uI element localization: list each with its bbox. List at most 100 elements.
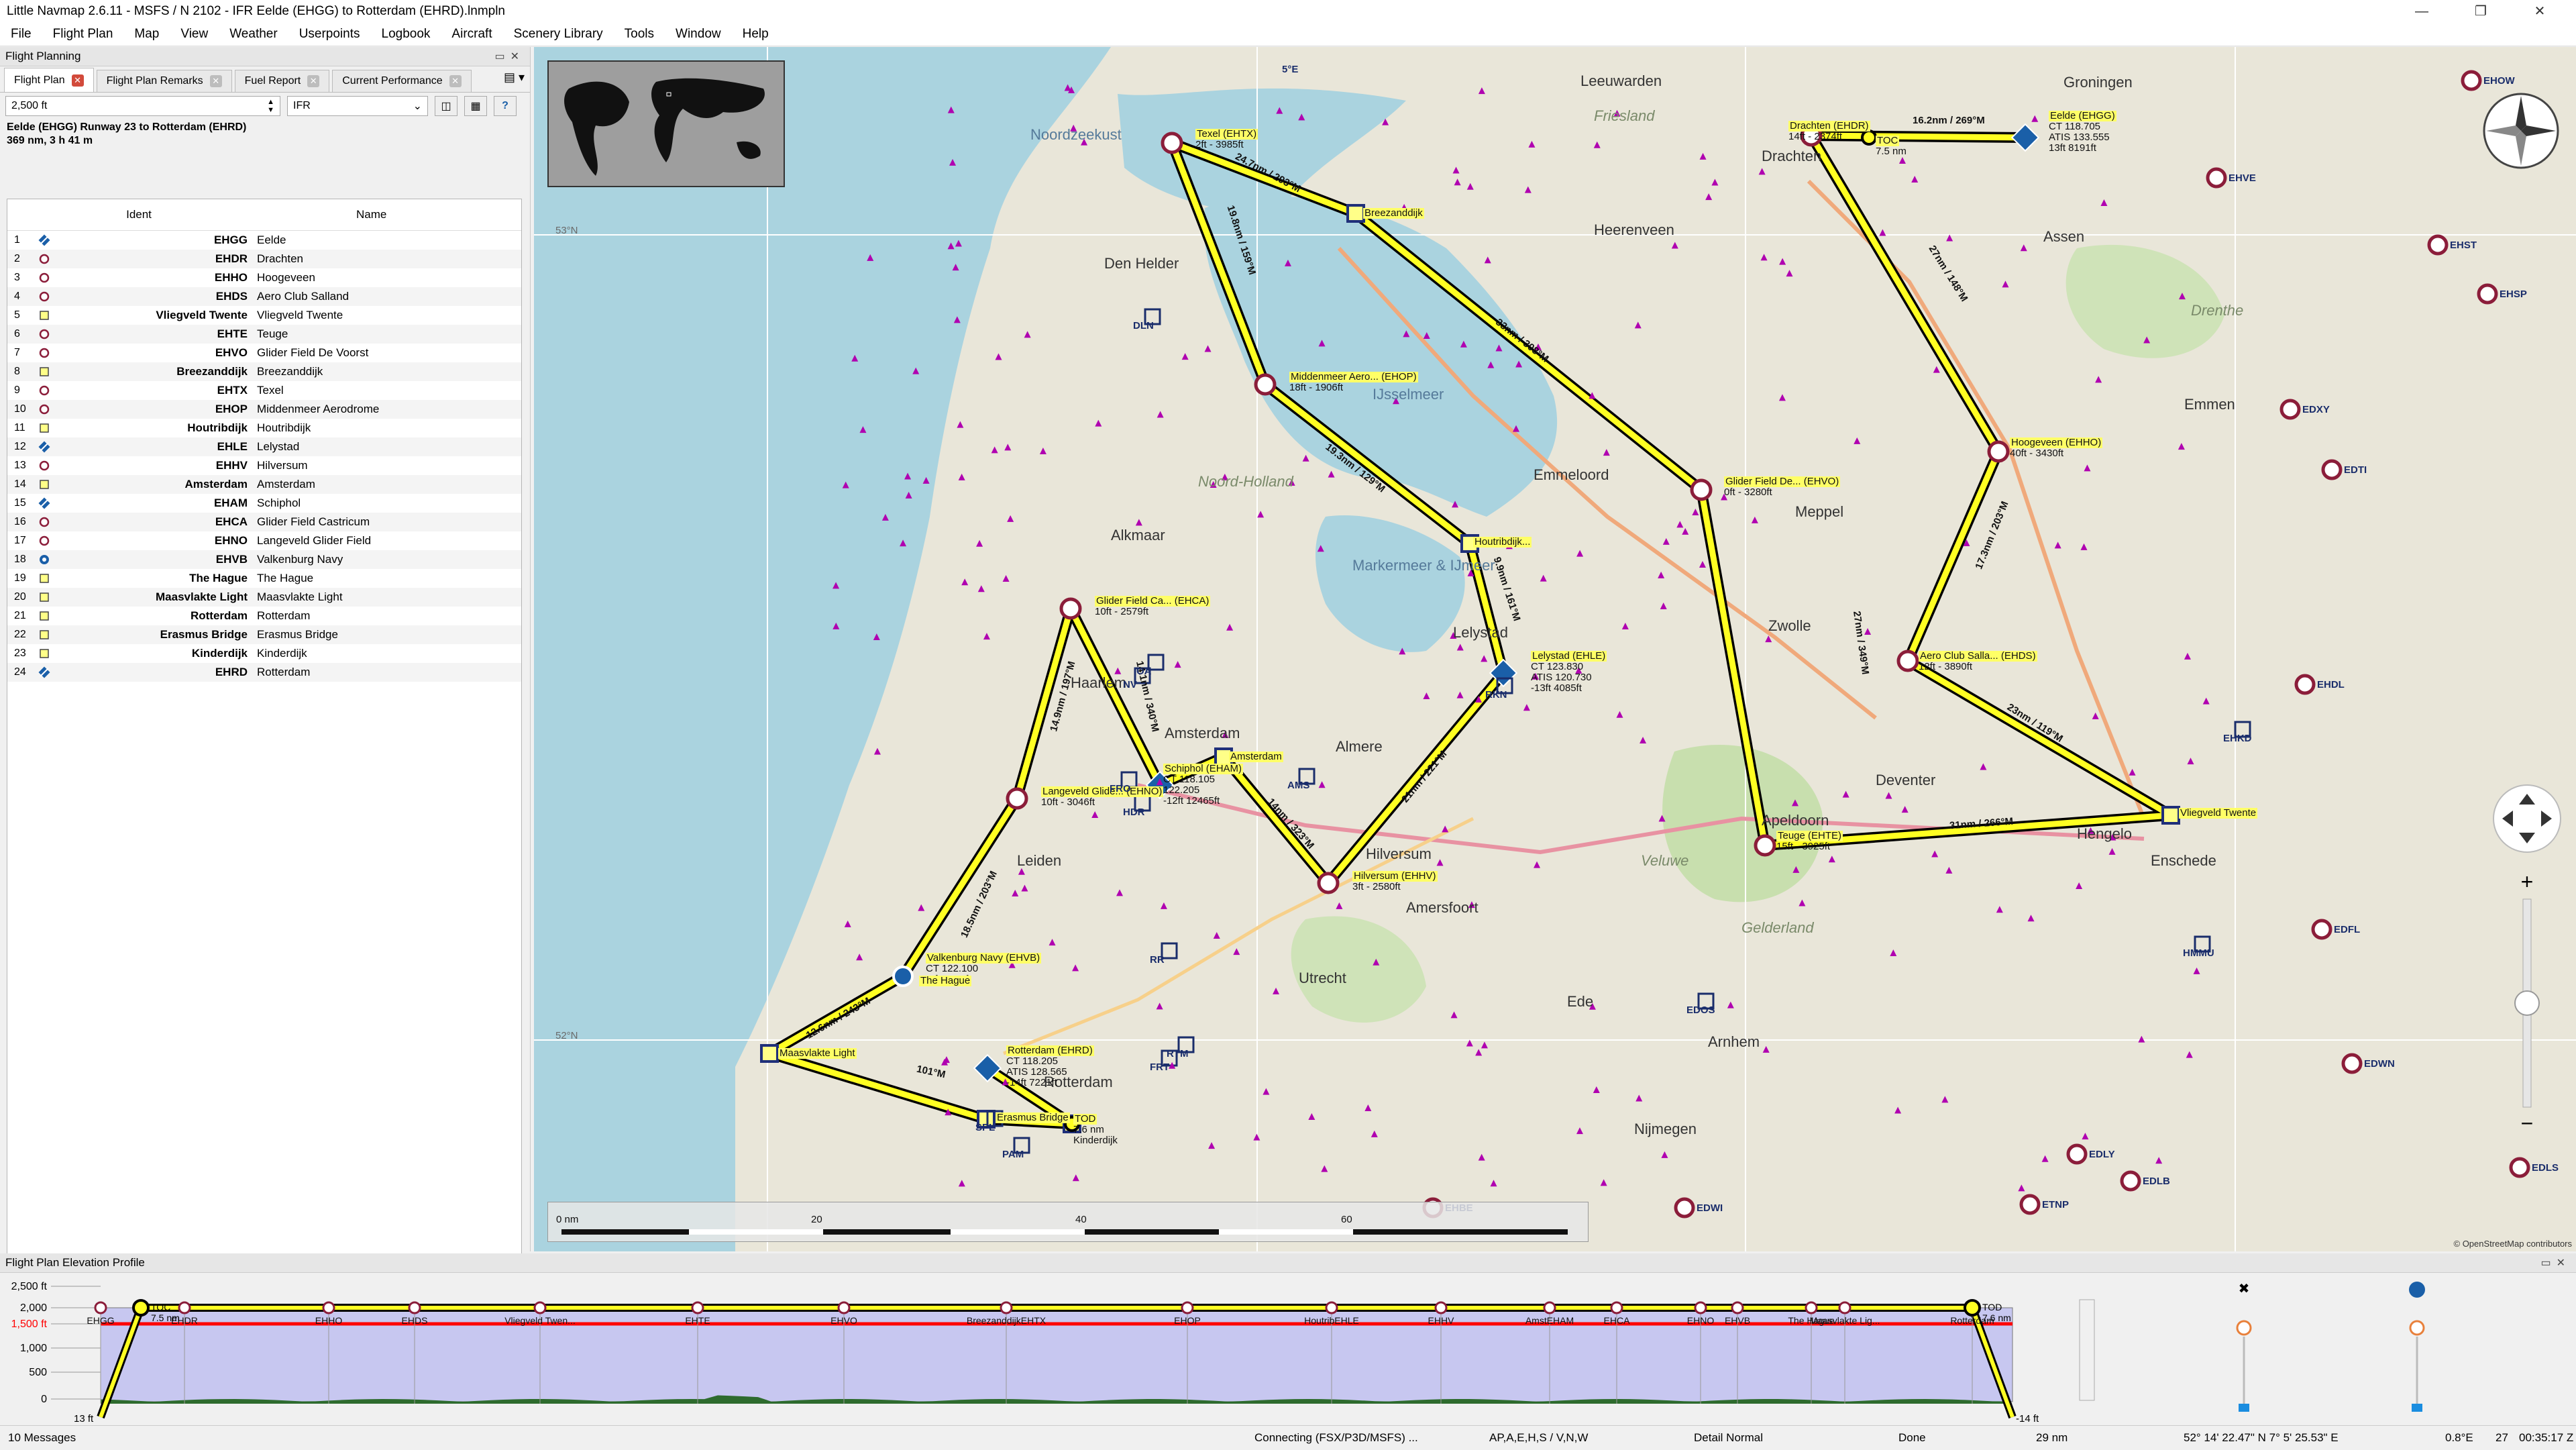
column-ident[interactable]: Ident [78,208,199,221]
towered-airport-marker-ehgg[interactable] [2010,123,2040,152]
airport-marker[interactable] [2477,283,2498,305]
airport-marker[interactable] [2461,70,2482,91]
profile-waypoint-marker[interactable] [1838,1301,1851,1314]
profile-waypoint-marker[interactable] [94,1301,107,1314]
airport-marker[interactable] [2206,167,2227,189]
profile-waypoint-marker[interactable] [1731,1301,1744,1314]
table-row[interactable]: 18 EHVB Valkenburg Navy [7,550,521,569]
profile-waypoint-marker[interactable] [1181,1301,1194,1314]
airport-marker[interactable] [2427,234,2449,256]
menu-view[interactable]: View [170,27,219,42]
table-row[interactable]: 10 EHOP Middenmeer Aerodrome [7,400,521,419]
profile-waypoint-marker[interactable] [1434,1301,1448,1314]
spinner-icon[interactable]: ▲ ▼ [267,98,274,114]
table-row[interactable]: 8 Breezanddijk Breezanddijk [7,362,521,381]
maximize-icon[interactable]: ❐ [2451,0,2510,23]
zoom-handle[interactable] [2514,990,2540,1016]
close-icon[interactable]: ✕ [449,75,462,87]
menu-help[interactable]: Help [732,27,780,42]
table-row[interactable]: 19 The Hague The Hague [7,569,521,588]
airfield-marker-ehho[interactable] [1987,440,2010,463]
airport-marker[interactable] [1674,1197,1695,1219]
airfield-marker-ehop[interactable] [1254,373,1277,396]
menu-userpoints[interactable]: Userpoints [288,27,371,42]
airport-marker[interactable] [2019,1194,2041,1215]
table-row[interactable]: 2 EHDR Drachten [7,250,521,268]
profile-waypoint-marker[interactable] [1694,1301,1707,1314]
profile-waypoint-marker[interactable] [1543,1301,1556,1314]
status-messages[interactable]: 10 Messages [8,1431,76,1445]
menu-tools[interactable]: Tools [614,27,665,42]
menu-window[interactable]: Window [665,27,732,42]
tab-flight-plan-remarks[interactable]: Flight Plan Remarks ✕ [96,70,232,92]
table-row[interactable]: 4 EHDS Aero Club Salland [7,287,521,306]
dock-controls[interactable]: ▭✕ [2540,1256,2571,1270]
profile-waypoint-marker[interactable] [1000,1301,1013,1314]
table-row[interactable]: 21 Rotterdam Rotterdam [7,607,521,625]
help-button[interactable]: ? [494,96,517,116]
flight-type-select[interactable]: IFR ⌄ [287,96,428,116]
airfield-marker-ehca[interactable] [1059,597,1082,620]
close-icon[interactable]: ✕ [307,75,320,87]
table-row[interactable]: 1 EHGG Eelde [7,231,521,250]
table-row[interactable]: 23 Kinderdijk Kinderdijk [7,644,521,663]
profile-waypoint-marker[interactable] [408,1301,421,1314]
zoom-in-icon[interactable]: + [2521,870,2534,894]
airfield-marker-ehds[interactable] [1896,650,1919,672]
tab-menu-icon[interactable]: ▤ ▾ [504,70,525,85]
menu-logbook[interactable]: Logbook [371,27,441,42]
table-row[interactable]: 7 EHVO Glider Field De Voorst [7,344,521,362]
minimize-icon[interactable]: — [2392,0,2451,23]
table-row[interactable]: 20 Maasvlakte Light Maasvlakte Light [7,588,521,607]
table-row[interactable]: 16 EHCA Glider Field Castricum [7,513,521,531]
route-description-button[interactable]: ◫ [435,96,458,116]
profile-waypoint-marker[interactable] [1325,1301,1338,1314]
vertical-zoom-thumb[interactable] [2239,1404,2249,1412]
menu-map[interactable]: Map [123,27,170,42]
column-name[interactable]: Name [356,208,386,221]
close-icon[interactable]: ✕ [71,74,84,87]
profile-waypoint-marker[interactable] [322,1301,335,1314]
table-row[interactable]: 15 EHAM Schiphol [7,494,521,513]
airfield-marker-ehte[interactable] [1754,834,1776,857]
profile-waypoint-marker[interactable] [691,1301,704,1314]
airport-marker[interactable] [2311,919,2332,940]
profile-waypoint-marker[interactable] [178,1301,191,1314]
table-row[interactable]: 14 Amsterdam Amsterdam [7,475,521,494]
table-row[interactable]: 11 Houtribdijk Houtribdijk [7,419,521,437]
airport-marker[interactable] [2294,674,2316,695]
userpoint-marker-breez[interactable] [1346,204,1365,223]
menu-flight-plan[interactable]: Flight Plan [42,27,124,42]
airport-marker[interactable] [2341,1053,2363,1074]
profile-canvas[interactable]: 2,500 ft 2,000 1,500 ft 1,000 500 0 13 ft -14 f… [0,1273,2576,1425]
airfield-marker-ehvo[interactable] [1690,478,1713,501]
top-of-descent-marker[interactable] [1964,1299,1981,1316]
table-row[interactable]: 6 EHTE Teuge [7,325,521,344]
table-row[interactable]: 9 EHTX Texel [7,381,521,400]
horizontal-zoom-handle[interactable] [2409,1320,2425,1336]
zoom-out-icon[interactable]: − [2521,1111,2534,1135]
help-icon[interactable] [2409,1282,2425,1298]
calc-route-button[interactable]: ▦ [464,96,487,116]
cruise-altitude-input[interactable]: 2,500 ft ▲ ▼ [5,96,280,116]
table-row[interactable]: 13 EHHV Hilversum [7,456,521,475]
menu-scenery-library[interactable]: Scenery Library [503,27,614,42]
table-row[interactable]: 17 EHNO Langeveld Glider Field [7,531,521,550]
airport-marker[interactable] [2321,459,2343,480]
profile-waypoint-marker[interactable] [1805,1301,1818,1314]
profile-scrollbar[interactable] [2079,1299,2095,1401]
menu-aircraft[interactable]: Aircraft [441,27,502,42]
expand-icon[interactable]: ✖ [2239,1282,2250,1296]
userpoint-marker-twente[interactable] [2161,806,2180,825]
horizontal-zoom-thumb[interactable] [2412,1404,2422,1412]
menu-file[interactable]: File [0,27,42,42]
userpoint-marker-hague[interactable] [760,1044,779,1063]
profile-waypoint-marker[interactable] [1610,1301,1623,1314]
overview-map[interactable] [547,60,785,187]
map-canvas[interactable] [534,47,2576,1251]
airfield-marker-ehtx[interactable] [1161,132,1183,154]
menu-weather[interactable]: Weather [219,27,288,42]
table-row[interactable]: 24 EHRD Rotterdam [7,663,521,682]
close-icon[interactable]: ✕ [209,75,222,87]
map-view[interactable]: Noordzeekust Markermeer & IJmeer IJsselm… [534,47,2576,1251]
